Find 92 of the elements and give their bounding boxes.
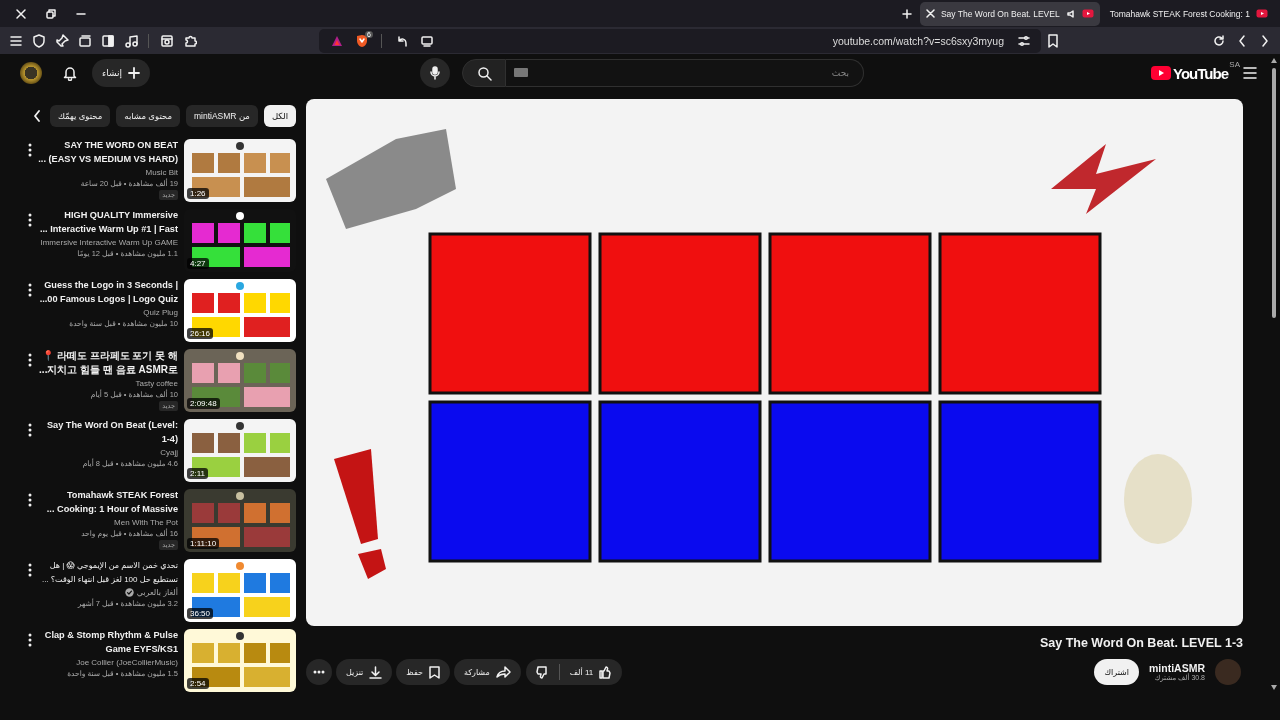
channel-name[interactable]: Men With The Pot bbox=[114, 518, 178, 527]
search-button[interactable] bbox=[462, 59, 506, 87]
vertical-dots-icon bbox=[28, 633, 32, 647]
channel-name[interactable]: Tasty coffee bbox=[135, 379, 178, 388]
reload-icon bbox=[1211, 33, 1226, 48]
video-play-icon bbox=[1081, 9, 1094, 18]
search-field[interactable]: بحث bbox=[506, 59, 864, 87]
menu-icon bbox=[1243, 67, 1257, 79]
video-title[interactable]: 📍 라떼도 프라페도 포기 못 해 ...지치고 힘들 땐 음료 ASMR로 bbox=[39, 349, 178, 377]
pin-icon bbox=[54, 33, 69, 48]
download-icon bbox=[369, 665, 383, 679]
more-actions-button[interactable] bbox=[306, 659, 332, 685]
filter-chip[interactable]: محتوى مشابه bbox=[116, 105, 180, 127]
channel-name[interactable]: Quiz Plug bbox=[143, 308, 178, 317]
scrollbar-icon bbox=[1270, 58, 1278, 690]
vertical-dots-icon bbox=[28, 353, 32, 367]
restore-icon bbox=[46, 8, 56, 19]
puzzle-icon bbox=[182, 33, 197, 48]
filter-chip[interactable]: الكل bbox=[263, 105, 296, 127]
save-button[interactable]: حفظ bbox=[396, 659, 450, 685]
duration-badge: 2:09:48 bbox=[187, 398, 220, 409]
video-title[interactable]: تحدي خمن الاسم من الإيموجي 😱 | هل تستطيع حل 100 لغز قبل انتهاء الوقت؟ ... bbox=[41, 559, 178, 586]
tab-stack-icon bbox=[77, 33, 92, 48]
region-code: SA bbox=[1229, 59, 1240, 69]
video-title[interactable]: Clap & Stomp Rhythm & Pulse Game EYFS/KS1 bbox=[44, 629, 178, 656]
vertical-dots-icon bbox=[28, 563, 32, 577]
vertical-dots-icon bbox=[28, 213, 32, 227]
sidebar-icon bbox=[100, 33, 115, 48]
duration-badge: 26:16 bbox=[187, 328, 214, 339]
download-button[interactable]: تنزيل bbox=[336, 659, 393, 685]
account-avatar[interactable] bbox=[20, 62, 42, 84]
vertical-dots-icon bbox=[28, 493, 32, 507]
thumbs-down-icon bbox=[535, 665, 549, 679]
video-play-icon bbox=[1256, 9, 1268, 18]
channel-name[interactable]: Cyajj bbox=[160, 448, 178, 457]
thumbs-up-icon bbox=[599, 665, 613, 679]
subscribe-button[interactable]: اشتراك bbox=[1094, 659, 1139, 685]
channel-name[interactable]: Music Bit bbox=[145, 168, 178, 177]
video-title[interactable]: Tomahawk STEAK Forest ... Cooking: 1 Hour of Massive bbox=[46, 489, 178, 516]
search-window-icon bbox=[159, 33, 174, 48]
video-title[interactable]: HIGH QUALITY Immersive ... Interactive Warm Up #1 | Fast bbox=[39, 209, 178, 236]
video-title[interactable]: Say The Word On Beat (Level: 1-4) bbox=[46, 419, 178, 446]
channel-name[interactable]: ألغاز بالعربي bbox=[136, 588, 178, 597]
microphone-icon bbox=[429, 66, 441, 80]
duration-badge: 1:11:10 bbox=[187, 538, 220, 549]
vertical-dots-icon bbox=[28, 143, 32, 157]
duration-badge: 1:26 bbox=[187, 188, 209, 199]
screen-icon bbox=[420, 34, 433, 47]
lion-icon bbox=[355, 33, 368, 48]
browser-tab[interactable]: Tomahawk STEAK Forest Cooking: 1 bbox=[1103, 1, 1274, 26]
undo-icon bbox=[395, 34, 408, 47]
chevron-left-icon bbox=[1236, 33, 1247, 48]
filter-chip[interactable]: محتوى يهمّك bbox=[49, 105, 111, 127]
horizontal-dots-icon bbox=[313, 670, 325, 674]
vertical-dots-icon bbox=[28, 423, 32, 437]
url-text: youtube.com/watch?v=sc6sxy3myug bbox=[831, 34, 1005, 47]
vertical-dots-icon bbox=[28, 283, 32, 297]
chevron-right-icon bbox=[1259, 33, 1270, 48]
voice-search-button[interactable] bbox=[420, 58, 450, 88]
music-note-icon bbox=[123, 33, 138, 48]
search-icon bbox=[476, 65, 492, 81]
channel-name[interactable]: Immersive Interactive Warm Up GAME bbox=[40, 238, 178, 247]
bell-icon bbox=[62, 65, 78, 81]
duration-badge: 2:54 bbox=[187, 678, 209, 689]
play-logo-icon bbox=[1151, 66, 1172, 80]
create-button[interactable]: إنشاء bbox=[92, 59, 150, 87]
close-icon bbox=[925, 9, 935, 18]
channel-name[interactable]: mintiASMR bbox=[1149, 662, 1205, 674]
video-title[interactable]: Guess the Logo in 3 Seconds | ...00 Famous Logos | Logo Quiz bbox=[39, 279, 178, 306]
logo-text: YouTube bbox=[1173, 64, 1228, 82]
video-title[interactable]: SAY THE WORD ON BEAT ... (EASY VS MEDIUM VS HARD) bbox=[38, 139, 178, 166]
audio-icon bbox=[1065, 8, 1076, 19]
close-icon bbox=[15, 7, 27, 20]
video-title: Say The Word On Beat. LEVEL 1-3 bbox=[1038, 636, 1243, 652]
shield-icon bbox=[31, 33, 46, 48]
filter-chip[interactable]: من mintiASMR bbox=[186, 105, 258, 127]
share-arrow-icon bbox=[495, 666, 511, 678]
sliders-icon bbox=[1017, 34, 1030, 47]
triangle-icon bbox=[330, 34, 343, 47]
share-button[interactable]: مشاركة bbox=[453, 659, 521, 685]
plus-icon bbox=[901, 8, 912, 19]
duration-badge: 4:27 bbox=[187, 258, 209, 269]
browser-tab[interactable]: Say The Word On Beat. LEVEL bbox=[919, 1, 1100, 26]
bookmark-icon bbox=[428, 665, 440, 679]
chevron-left-icon bbox=[32, 110, 41, 122]
menu-icon bbox=[8, 33, 23, 48]
bookmark-icon bbox=[1046, 33, 1059, 48]
plus-icon bbox=[128, 67, 140, 79]
channel-name[interactable]: Joe Collier (JoeCollierMusic) bbox=[76, 658, 178, 667]
duration-badge: 36:50 bbox=[187, 608, 214, 619]
keyboard-icon bbox=[514, 68, 528, 77]
duration-badge: 2:11 bbox=[187, 468, 208, 479]
